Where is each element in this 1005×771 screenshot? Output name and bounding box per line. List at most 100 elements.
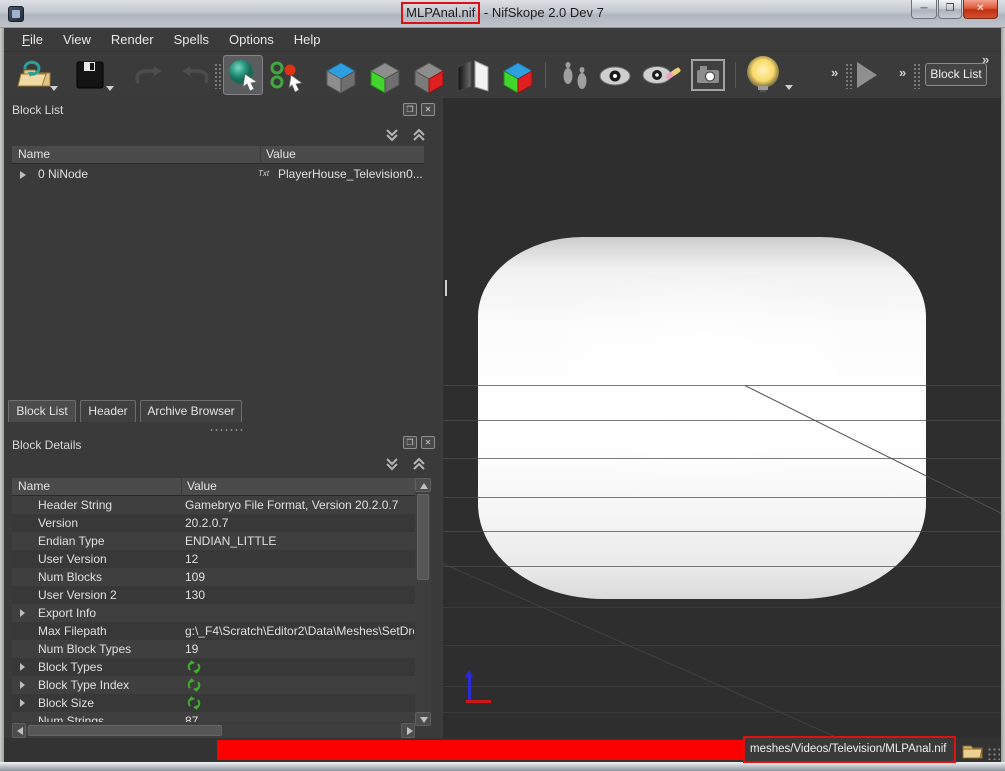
scroll-up-button[interactable] bbox=[415, 478, 431, 492]
column-name: Name bbox=[18, 147, 50, 161]
edit-visibility-icon[interactable] bbox=[641, 62, 683, 92]
dock-splitter-handle[interactable] bbox=[209, 428, 243, 432]
scrollbar-thumb[interactable] bbox=[28, 725, 222, 736]
walk-mode-icon[interactable] bbox=[555, 59, 595, 95]
table-row[interactable]: Max Filepathg:\_F4\Scratch\Editor2\Data\… bbox=[12, 622, 416, 640]
view-front-icon[interactable] bbox=[366, 59, 404, 95]
expand-arrow-icon[interactable] bbox=[20, 699, 25, 707]
window-border-bottom bbox=[0, 762, 1005, 771]
table-row[interactable]: Export Info bbox=[12, 604, 416, 622]
array-icon bbox=[187, 660, 201, 674]
table-row[interactable]: Version20.2.0.7 bbox=[12, 514, 416, 532]
expand-all-icon[interactable] bbox=[411, 128, 428, 142]
expand-arrow-icon[interactable] bbox=[20, 609, 25, 617]
browse-folder-button[interactable] bbox=[961, 741, 984, 760]
table-row[interactable]: Header StringGamebryo File Format, Versi… bbox=[12, 496, 416, 514]
document-name-annotated: MLPAnal.nif bbox=[401, 2, 480, 24]
toolbar-separator bbox=[545, 62, 546, 88]
undo-icon bbox=[128, 59, 164, 91]
close-button[interactable]: ✕ bbox=[963, 0, 998, 19]
lighting-dropdown-caret[interactable] bbox=[785, 85, 793, 90]
float-panel-button[interactable]: ❐ bbox=[403, 103, 417, 116]
block-details-header-row: Name Value bbox=[12, 478, 416, 496]
close-panel-button[interactable]: ✕ bbox=[421, 103, 435, 116]
titlebar[interactable]: MLPAnal.nif - NifSkope 2.0 Dev 7 ─ ❐ ✕ bbox=[0, 0, 1005, 28]
axis-z-indicator bbox=[468, 676, 471, 700]
toolbar-overflow-chevron[interactable]: » bbox=[899, 65, 906, 80]
scroll-left-button[interactable] bbox=[12, 723, 26, 738]
close-panel-button[interactable]: ✕ bbox=[421, 436, 435, 449]
screenshot-icon[interactable] bbox=[690, 58, 726, 94]
collapse-all-icon[interactable] bbox=[384, 128, 401, 142]
save-file-icon[interactable] bbox=[74, 59, 106, 91]
view-user-icon[interactable] bbox=[499, 59, 537, 95]
row-name: Num Block Types bbox=[38, 642, 131, 656]
column-separator[interactable] bbox=[260, 146, 261, 164]
expand-arrow-icon[interactable] bbox=[20, 681, 25, 689]
toolbar-overflow-chevron[interactable]: » bbox=[831, 65, 838, 80]
row-value: 109 bbox=[185, 570, 414, 584]
table-row[interactable]: User Version12 bbox=[12, 550, 416, 568]
table-row[interactable]: Num Block Types19 bbox=[12, 640, 416, 658]
table-row[interactable]: User Version 2130 bbox=[12, 586, 416, 604]
table-row[interactable]: Num Strings87 bbox=[12, 712, 416, 722]
panel-splitter-handle[interactable] bbox=[445, 280, 447, 296]
row-name: User Version bbox=[38, 552, 107, 566]
select-object-mode-button[interactable] bbox=[223, 55, 263, 95]
menu-help[interactable]: Help bbox=[284, 29, 331, 50]
filepath-field-annotated[interactable]: meshes/Videos/Television/MLPAnal.nif bbox=[743, 736, 956, 763]
view-top-icon[interactable] bbox=[322, 59, 360, 95]
row-value: 20.2.0.7 bbox=[185, 516, 414, 530]
television-mesh[interactable] bbox=[478, 237, 926, 599]
collapse-all-icon[interactable] bbox=[384, 457, 401, 471]
float-panel-button[interactable]: ❐ bbox=[403, 436, 417, 449]
row-name: Block Size bbox=[38, 696, 94, 710]
expand-all-icon[interactable] bbox=[411, 457, 428, 471]
minimize-button[interactable]: ─ bbox=[911, 0, 937, 19]
view-side-icon[interactable] bbox=[410, 59, 448, 95]
menu-options[interactable]: Options bbox=[219, 29, 284, 50]
details-horizontal-scrollbar[interactable] bbox=[12, 723, 415, 738]
show-hidden-icon[interactable] bbox=[596, 65, 636, 89]
row-name: User Version 2 bbox=[38, 588, 117, 602]
details-vertical-scrollbar[interactable] bbox=[415, 478, 431, 726]
toolbar-overflow-chevron[interactable]: » bbox=[982, 52, 989, 67]
expand-arrow-icon[interactable] bbox=[20, 171, 26, 179]
table-row[interactable]: Endian TypeENDIAN_LITTLE bbox=[12, 532, 416, 550]
row-value: Gamebryo File Format, Version 20.2.0.7 bbox=[185, 498, 414, 512]
play-animation-icon[interactable] bbox=[857, 62, 877, 88]
flip-view-icon[interactable] bbox=[454, 59, 492, 93]
save-dropdown-caret[interactable] bbox=[106, 86, 114, 91]
expand-arrow-icon[interactable] bbox=[20, 663, 25, 671]
open-dropdown-caret[interactable] bbox=[50, 86, 58, 91]
menu-spells[interactable]: Spells bbox=[164, 29, 219, 50]
row-name: Num Blocks bbox=[38, 570, 102, 584]
scroll-right-button[interactable] bbox=[401, 723, 415, 738]
table-row[interactable]: Block Size bbox=[12, 694, 416, 712]
column-separator[interactable] bbox=[181, 478, 182, 496]
maximize-button[interactable]: ❐ bbox=[938, 0, 962, 19]
tab-header[interactable]: Header bbox=[80, 400, 136, 422]
tab-archive-browser[interactable]: Archive Browser bbox=[140, 400, 242, 422]
menu-render[interactable]: Render bbox=[101, 29, 164, 50]
table-row[interactable]: Block Type Index bbox=[12, 676, 416, 694]
window-resize-grip[interactable] bbox=[987, 747, 1000, 760]
toolbar-grip[interactable] bbox=[214, 63, 222, 89]
menu-view[interactable]: View bbox=[53, 29, 101, 50]
toolbar-grip[interactable] bbox=[845, 63, 853, 89]
render-viewport[interactable] bbox=[443, 98, 1001, 738]
select-vertex-mode-icon[interactable] bbox=[269, 59, 307, 93]
block-list-row-ninode[interactable]: 0 NiNode Txt PlayerHouse_Television0... bbox=[12, 164, 424, 186]
block-details-panel-title: Block Details bbox=[12, 438, 81, 452]
window-title: MLPAnal.nif - NifSkope 2.0 Dev 7 bbox=[0, 0, 1005, 28]
scrollbar-thumb[interactable] bbox=[417, 494, 429, 580]
scroll-down-button[interactable] bbox=[415, 712, 431, 726]
menu-file[interactable]: File bbox=[12, 29, 53, 50]
tab-block-list[interactable]: Block List bbox=[8, 400, 76, 422]
block-list-toolbar-button[interactable]: Block List bbox=[925, 63, 987, 86]
lighting-button[interactable] bbox=[745, 56, 781, 94]
table-row[interactable]: Block Types bbox=[12, 658, 416, 676]
table-row[interactable]: Num Blocks 109 bbox=[12, 568, 416, 586]
toolbar-grip[interactable] bbox=[913, 63, 921, 89]
lightbulb-icon bbox=[747, 56, 779, 88]
